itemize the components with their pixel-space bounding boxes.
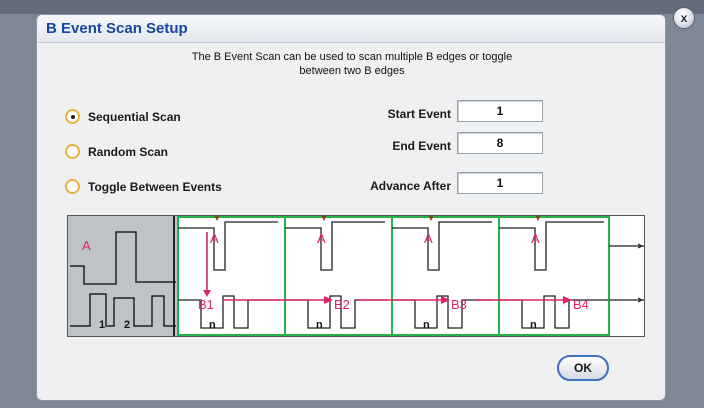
- b1-label: B1: [198, 297, 214, 312]
- random-scan-label: Random Scan: [88, 144, 169, 159]
- panel-border-1: [177, 216, 286, 336]
- b-event-scan-dialog: B Event Scan Setup The B Event Scan can …: [36, 14, 666, 401]
- event-scan-diagram-svg: A 1 2 A B1 n A B2 n A B3 n A B4 n: [68, 216, 644, 336]
- start-event-field[interactable]: 1: [457, 100, 543, 122]
- panel-n-label-2: n: [316, 319, 323, 331]
- overview-pulse-label-2: 2: [124, 319, 130, 331]
- overview-a-label: A: [82, 238, 91, 253]
- panel-n-label-4: n: [530, 319, 537, 331]
- b4-label: B4: [573, 297, 589, 312]
- end-event-field[interactable]: 8: [457, 132, 543, 154]
- panel-a-label-3: A: [424, 231, 433, 246]
- right-edge-arrows: [637, 243, 644, 303]
- panel-n-label-1: n: [209, 319, 216, 331]
- trigger-panel-2: A B2 n: [284, 216, 393, 336]
- panel-n-label-3: n: [423, 319, 430, 331]
- start-event-label: Start Event: [387, 107, 451, 121]
- sequential-scan-option[interactable]: Sequential Scan: [65, 109, 181, 124]
- window-top-bar: [0, 0, 704, 14]
- sequential-scan-label: Sequential Scan: [88, 109, 181, 124]
- panel-a-label-4: A: [531, 231, 540, 246]
- trigger-panel-4: A B4 n: [498, 216, 610, 336]
- b3-label: B3: [451, 297, 467, 312]
- description-line-2: between two B edges: [299, 65, 405, 77]
- ok-button[interactable]: OK: [557, 355, 609, 381]
- dialog-title: B Event Scan Setup: [37, 15, 665, 43]
- sequential-scan-radio[interactable]: [65, 109, 80, 124]
- trigger-panel-1: A B1 n: [177, 216, 286, 336]
- panel-a-label-1: A: [210, 231, 219, 246]
- toggle-between-events-radio[interactable]: [65, 179, 80, 194]
- panel-border-3: [391, 216, 500, 336]
- event-scan-diagram: A 1 2 A B1 n A B2 n A B3 n A B4 n: [67, 215, 645, 337]
- end-event-label: End Event: [392, 139, 451, 153]
- dialog-description: The B Event Scan can be used to scan mul…: [37, 50, 665, 78]
- right-edge-traces: [609, 245, 644, 301]
- panel-border-2: [284, 216, 393, 336]
- random-scan-radio[interactable]: [65, 144, 80, 159]
- toggle-between-events-option[interactable]: Toggle Between Events: [65, 179, 222, 194]
- toggle-between-events-label: Toggle Between Events: [88, 179, 222, 194]
- close-icon: x: [680, 11, 688, 25]
- description-line-1: The B Event Scan can be used to scan mul…: [191, 51, 513, 63]
- random-scan-option[interactable]: Random Scan: [65, 144, 168, 159]
- b2-label: B2: [334, 297, 350, 312]
- panel-border-4: [498, 216, 610, 336]
- ok-button-label: OK: [574, 361, 592, 375]
- advance-after-field[interactable]: 1: [457, 172, 543, 194]
- advance-after-label: Advance After: [370, 179, 451, 193]
- panel-a-label-2: A: [317, 231, 326, 246]
- overview-pulse-label-1: 1: [99, 319, 105, 331]
- trigger-panel-3: A B3 n: [391, 216, 500, 336]
- close-button[interactable]: x: [673, 7, 695, 29]
